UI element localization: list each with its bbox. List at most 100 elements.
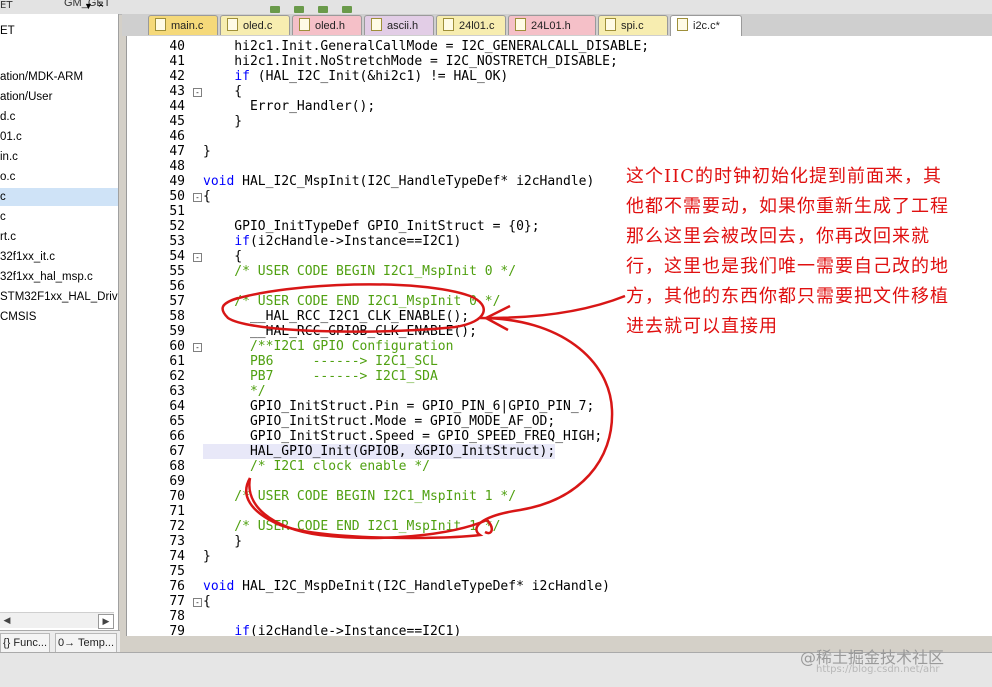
editor-tab-label: ascii.h	[387, 20, 419, 32]
line-number: 61	[169, 354, 185, 369]
scroll-left-icon[interactable]: ◀	[0, 614, 14, 627]
editor-tab[interactable]: oled.h	[292, 15, 362, 35]
close-icon[interactable]: ×	[98, 0, 104, 11]
project-tree-item[interactable]: 32f1xx_it.c	[0, 248, 55, 266]
fold-toggle-icon[interactable]: -	[193, 343, 202, 352]
pin-icon[interactable]: ▼	[84, 1, 93, 11]
project-tree-item[interactable]: ET	[0, 22, 15, 40]
code-line[interactable]: PB6 ------> I2C1_SCL	[203, 354, 438, 369]
line-number: 58	[169, 309, 185, 324]
editor-tab[interactable]: i2c.c*	[670, 15, 742, 36]
project-tree-item[interactable]: o.c	[0, 168, 15, 186]
code-line[interactable]: }	[203, 549, 211, 564]
code-line[interactable]: PB7 ------> I2C1_SDA	[203, 369, 438, 384]
panel-tab[interactable]: 0→ Temp...	[55, 633, 118, 653]
code-line[interactable]: GPIO_InitTypeDef GPIO_InitStruct = {0};	[203, 219, 539, 234]
code-text: HAL_GPIO_Init(GPIOB, &GPIO_InitStruct);	[203, 444, 556, 459]
code-text: GPIO_InitStruct.Pin = GPIO_PIN_6|GPIO_PI…	[203, 399, 595, 414]
editor-tab-label: main.c	[171, 20, 204, 32]
scroll-right-icon[interactable]: ▶	[98, 614, 114, 629]
code-line[interactable]: {	[203, 189, 211, 204]
toolbar-icon[interactable]	[318, 6, 328, 13]
fold-toggle-icon[interactable]: -	[193, 253, 202, 262]
code-line[interactable]: HAL_GPIO_Init(GPIOB, &GPIO_InitStruct);	[203, 444, 556, 459]
code-line[interactable]: }	[203, 114, 242, 129]
line-number-gutter: 40 41 42 43 44 45 46 47 48 49 50 51 52 53 54 55 56 57 58 59…	[127, 36, 189, 636]
project-tree-item[interactable]: 01.c	[0, 128, 22, 146]
project-tree-item[interactable]: ation/MDK-ARM	[0, 68, 83, 86]
fold-toggle-icon[interactable]: -	[193, 193, 202, 202]
line-number: 52	[169, 219, 185, 234]
code-text: }	[203, 549, 211, 564]
editor-tab-label: spi.c	[621, 20, 644, 32]
code-line[interactable]: {	[203, 594, 211, 609]
line-number: 54	[169, 249, 185, 264]
line-number: 62	[169, 369, 185, 384]
panel-tab[interactable]: {} Func...	[0, 633, 51, 653]
code-line[interactable]: /* I2C1 clock enable */	[203, 459, 430, 474]
project-tree-item[interactable]: STM32F1xx_HAL_Driv	[0, 288, 118, 306]
editor-tab[interactable]: 24L01.h	[508, 15, 596, 35]
project-tree-item[interactable]: c	[0, 188, 118, 206]
code-line[interactable]: }	[203, 534, 242, 549]
code-line[interactable]: /* USER CODE BEGIN I2C1_MspInit 0 */	[203, 264, 516, 279]
code-comment: /* I2C1 clock enable */	[203, 459, 430, 474]
line-number: 70	[169, 489, 185, 504]
fold-toggle-icon[interactable]: -	[193, 598, 202, 607]
code-line[interactable]: {	[203, 84, 242, 99]
code-line[interactable]: Error_Handler();	[203, 99, 375, 114]
code-keyword: if	[234, 234, 250, 249]
code-line[interactable]: if (HAL_I2C_Init(&hi2c1) != HAL_OK)	[203, 69, 508, 84]
code-line[interactable]: hi2c1.Init.GeneralCallMode = I2C_GENERAL…	[203, 39, 649, 54]
project-tree-item[interactable]: rt.c	[0, 228, 16, 246]
file-icon	[515, 18, 526, 31]
code-line[interactable]: void HAL_I2C_MspDeInit(I2C_HandleTypeDef…	[203, 579, 610, 594]
toolbar-icon[interactable]	[294, 6, 304, 13]
project-tree-item[interactable]: CMSIS	[0, 308, 36, 326]
project-tree-item[interactable]: ation/User	[0, 88, 52, 106]
editor-tab[interactable]: main.c	[148, 15, 218, 35]
editor-tab[interactable]: 24l01.c	[436, 15, 506, 35]
project-tree-item[interactable]: c	[0, 208, 6, 226]
line-number: 49	[169, 174, 185, 189]
panel-scrollbar[interactable]: ◀ ▶	[0, 612, 114, 629]
code-line[interactable]: if(i2cHandle->Instance==I2C1)	[203, 234, 461, 249]
code-text: (i2cHandle->Instance==I2C1)	[249, 624, 462, 636]
code-text: hi2c1.Init.GeneralCallMode = I2C_GENERAL…	[203, 39, 650, 54]
line-number: 60	[169, 339, 185, 354]
line-number: 66	[169, 429, 185, 444]
project-tree-item[interactable]: in.c	[0, 148, 18, 166]
code-line[interactable]: GPIO_InitStruct.Mode = GPIO_MODE_AF_OD;	[203, 414, 555, 429]
code-line[interactable]: GPIO_InitStruct.Speed = GPIO_SPEED_FREQ_…	[203, 429, 602, 444]
project-tree-item[interactable]: 32f1xx_hal_msp.c	[0, 268, 93, 286]
editor-tab-label: oled.c	[243, 20, 273, 32]
code-line[interactable]: GPIO_InitStruct.Pin = GPIO_PIN_6|GPIO_PI…	[203, 399, 594, 414]
code-line[interactable]: /**I2C1 GPIO Configuration	[203, 339, 454, 354]
code-line[interactable]: */	[203, 384, 266, 399]
line-number: 41	[169, 54, 185, 69]
fold-margin	[189, 36, 203, 636]
code-text: Error_Handler();	[203, 99, 376, 114]
project-tree-item[interactable]: d.c	[0, 108, 15, 126]
editor-tab-label: oled.h	[315, 20, 345, 32]
code-line[interactable]: /* USER CODE END I2C1_MspInit 1 */	[203, 519, 500, 534]
code-line[interactable]: }	[203, 144, 211, 159]
code-line[interactable]: void HAL_I2C_MspInit(I2C_HandleTypeDef* …	[203, 174, 594, 189]
line-number: 50	[169, 189, 185, 204]
code-line[interactable]: /* USER CODE BEGIN I2C1_MspInit 1 */	[203, 489, 516, 504]
line-number: 57	[169, 294, 185, 309]
code-line[interactable]: /* USER CODE END I2C1_MspInit 0 */	[203, 294, 500, 309]
code-line[interactable]: hi2c1.Init.NoStretchMode = I2C_NOSTRETCH…	[203, 54, 618, 69]
toolbar-icon[interactable]	[270, 6, 280, 13]
code-line[interactable]: __HAL_RCC_GPIOB_CLK_ENABLE();	[203, 324, 477, 339]
toolbar-icon[interactable]	[342, 6, 352, 13]
code-line[interactable]: __HAL_RCC_I2C1_CLK_ENABLE();	[203, 309, 469, 324]
editor-tab[interactable]: spi.c	[598, 15, 668, 35]
editor-tab[interactable]: ascii.h	[364, 15, 434, 35]
code-line[interactable]: {	[203, 249, 242, 264]
editor-tab[interactable]: oled.c	[220, 15, 290, 35]
line-number: 78	[169, 609, 185, 624]
fold-toggle-icon[interactable]: -	[193, 88, 202, 97]
code-line[interactable]: if(i2cHandle->Instance==I2C1)	[203, 624, 461, 636]
